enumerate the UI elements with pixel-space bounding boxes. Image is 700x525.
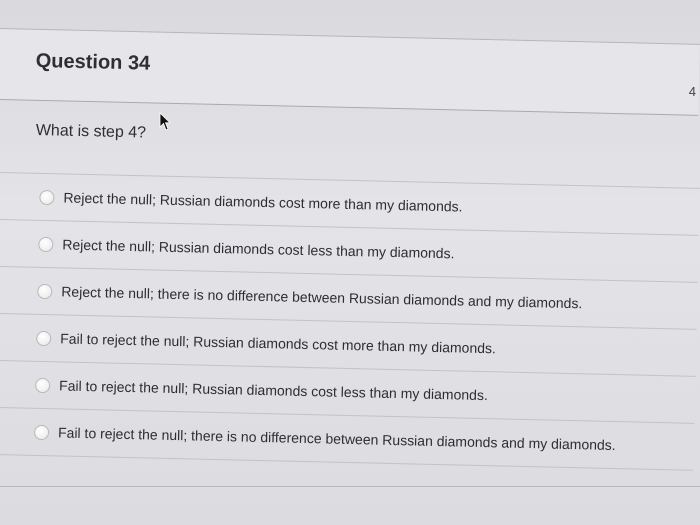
question-title: Question 34 <box>35 50 151 75</box>
radio-button[interactable] <box>36 330 52 346</box>
radio-button[interactable] <box>39 189 55 205</box>
answer-label: Reject the null; Russian diamonds cost m… <box>63 189 463 215</box>
radio-button[interactable] <box>33 424 50 440</box>
answer-label: Reject the null; Russian diamonds cost l… <box>62 236 455 262</box>
answer-options: Reject the null; Russian diamonds cost m… <box>0 172 700 471</box>
footer-divider <box>0 486 700 487</box>
question-prompt: What is step 4? <box>35 122 147 142</box>
answer-label: Fail to reject the null; Russian diamond… <box>58 377 489 404</box>
answer-label: Reject the null; there is no difference … <box>61 283 583 312</box>
radio-button[interactable] <box>37 283 53 299</box>
question-screen: Question 34 4 What is step 4? Reject the… <box>0 0 700 525</box>
answer-label: Fail to reject the null; Russian diamond… <box>60 330 497 357</box>
answer-label: Fail to reject the null; there is no dif… <box>57 424 616 454</box>
radio-button[interactable] <box>35 377 51 393</box>
mouse-pointer-icon <box>159 112 171 131</box>
radio-button[interactable] <box>38 236 54 252</box>
question-points: 4 <box>688 84 696 99</box>
